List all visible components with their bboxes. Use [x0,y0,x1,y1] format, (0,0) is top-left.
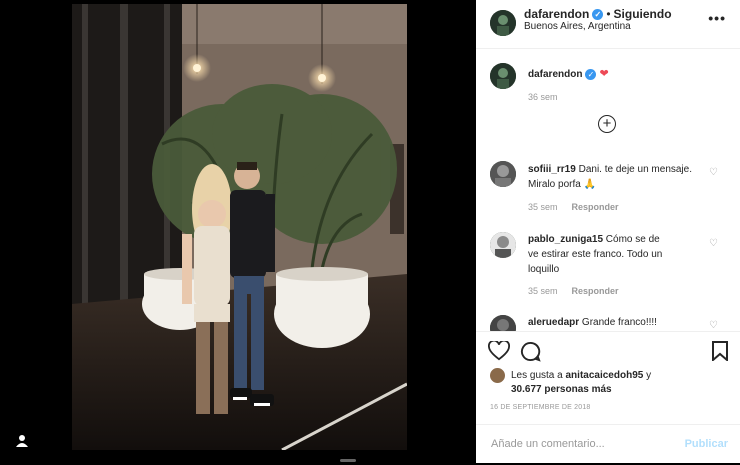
plus-circle-icon[interactable]: + [598,115,616,133]
comment-input[interactable] [489,437,673,451]
avatar[interactable] [490,368,505,383]
add-comment-section: Publicar [476,424,740,465]
post-sidebar: dafarendon ✓ • Siguiendo Buenos Aires, Arge… [476,0,740,463]
caption-time: 36 sem [528,92,558,102]
reply-button[interactable]: Responder [572,202,619,212]
follow-status-button[interactable]: Siguiendo [614,7,672,21]
photo-scene [72,4,407,450]
bookmark-icon[interactable] [712,341,728,366]
heart-icon[interactable]: ♡ [709,320,718,331]
likes-count-link[interactable]: 30.677 personas más [511,382,612,397]
more-options-icon[interactable]: ••• [708,10,726,26]
reply-button[interactable]: Responder [572,286,619,296]
comments-list: dafarendon ✓ ❤ 36 sem + sofiii_rr19 Dani.… [476,49,740,331]
comment-item: pablo_zuniga15 Cómo se de ve estirar est… [528,232,668,277]
caption-text: ❤ [599,68,609,80]
comment-username[interactable]: pablo_zuniga15 [528,234,603,245]
verified-badge-icon: ✓ [592,9,604,21]
comment-username[interactable]: sofiii_rr19 [528,164,576,175]
post-date[interactable]: 16 DE SEPTIEMBRE DE 2018 [490,404,591,411]
caption-username[interactable]: dafarendon [528,69,582,80]
heart-icon[interactable]: ♡ [709,167,718,178]
username-link[interactable]: dafarendon [524,7,589,21]
avatar[interactable] [490,161,516,187]
separator-dot: • [606,7,611,21]
post-photo[interactable] [72,4,407,450]
avatar[interactable] [490,10,516,36]
comment-time: 35 sem [528,286,558,296]
likes-user-link[interactable]: anitacaicedoh95 [566,370,644,381]
comment-meta: 35 sem Responder [528,286,633,296]
comment-icon[interactable] [520,341,541,367]
caption: dafarendon ✓ ❤ [528,67,609,80]
photo-pane [0,0,476,463]
comment-item: aleruedapr Grande franco!!!! [528,315,698,330]
publish-button[interactable]: Publicar [685,438,728,450]
user-tag-icon[interactable] [14,433,30,449]
likes-line: Les gusta a anitacaicedoh95 y [511,368,651,383]
likes-prefix: Les gusta a [511,370,563,381]
heart-icon[interactable]: ♡ [709,238,718,249]
avatar[interactable] [490,63,516,89]
location-link[interactable]: Buenos Aires, Argentina [524,21,631,32]
comment-meta: 35 sem Responder [528,202,633,212]
comment-username[interactable]: aleruedapr [528,317,579,328]
comment-item: sofiii_rr19 Dani. te deje un mensaje. Mi… [528,162,698,192]
header-user-line: dafarendon ✓ • Siguiendo [524,7,672,21]
heart-icon[interactable] [488,339,510,366]
post-header: dafarendon ✓ • Siguiendo Buenos Aires, Arge… [476,0,740,49]
photo-scroll-indicator [340,459,356,462]
comment-text: Grande franco!!!! [581,317,657,328]
post-actions: Les gusta a anitacaicedoh95 y 30.677 per… [476,331,740,464]
comment-time: 35 sem [528,202,558,212]
likes-suffix: y [646,370,652,381]
avatar[interactable] [490,232,516,258]
verified-badge-icon: ✓ [585,68,597,80]
avatar[interactable] [490,315,516,331]
